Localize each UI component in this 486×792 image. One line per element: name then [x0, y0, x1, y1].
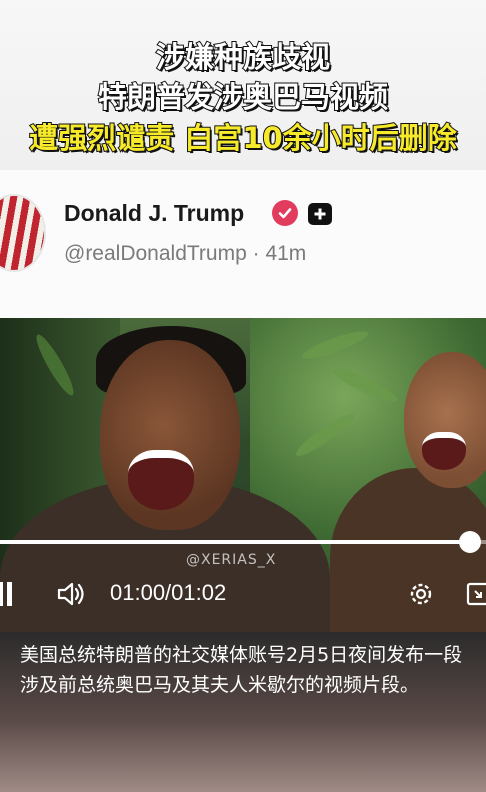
- headline-banner: 涉嫌种族歧视 特朗普发涉奥巴马视频 遭强烈谴责 白宫10余小时后删除: [0, 0, 486, 170]
- figure-right-mouth: [422, 432, 466, 470]
- caption-text: 美国总统特朗普的社交媒体账号2月5日夜间发布一段涉及前总统奥巴马及其夫人米歇尔的…: [20, 644, 463, 696]
- time-display: 01:00/01:02: [110, 580, 227, 605]
- post-header: Donald J. Trump @realDonaldTrump · 41m: [0, 170, 486, 318]
- progress-knob[interactable]: [459, 531, 482, 553]
- avatar[interactable]: [0, 194, 46, 272]
- video-watermark: @XERIAS_X: [186, 552, 277, 568]
- caption-area: 美国总统特朗普的社交媒体账号2月5日夜间发布一段涉及前总统奥巴马及其夫人米歇尔的…: [0, 632, 486, 792]
- player-controls: 01:00/01:02: [0, 572, 486, 616]
- video-player[interactable]: @XERIAS_X 01:00/01:02: [0, 318, 486, 632]
- post-time: 41m: [265, 242, 307, 265]
- progress-bar[interactable]: [0, 531, 486, 553]
- settings-gear-icon[interactable]: [406, 579, 436, 609]
- handle-line: @realDonaldTrump · 41m: [64, 242, 306, 266]
- user-name[interactable]: Donald J. Trump: [64, 200, 244, 227]
- figure-left-mouth: [128, 450, 194, 510]
- headline-line-2: 特朗普发涉奥巴马视频: [97, 79, 389, 115]
- separator-dot: ·: [246, 242, 266, 265]
- headline-line-3: 遭强烈谴责 白宫10余小时后删除: [28, 120, 457, 156]
- volume-icon[interactable]: [56, 580, 86, 608]
- user-handle[interactable]: @realDonaldTrump: [64, 242, 247, 265]
- headline-line-1: 涉嫌种族歧视: [155, 39, 331, 75]
- progress-fill: [0, 540, 471, 544]
- verified-badge-icon: [272, 200, 298, 226]
- picture-in-picture-icon[interactable]: [466, 581, 486, 607]
- pause-icon[interactable]: [0, 582, 14, 606]
- follow-plus-button[interactable]: [308, 203, 332, 225]
